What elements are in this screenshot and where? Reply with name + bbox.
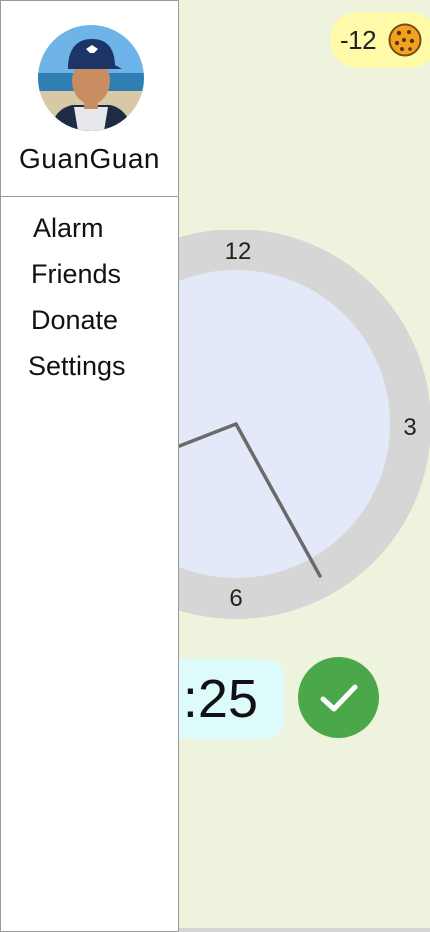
menu-item-alarm[interactable]: Alarm bbox=[1, 213, 178, 259]
menu-item-settings[interactable]: Settings bbox=[1, 351, 178, 397]
confirm-button[interactable] bbox=[298, 657, 379, 738]
clock-label-3: 3 bbox=[403, 414, 416, 441]
clock-label-6: 6 bbox=[229, 585, 242, 612]
avatar[interactable] bbox=[38, 25, 144, 131]
menu-item-friends[interactable]: Friends bbox=[1, 259, 178, 305]
coin-balance-badge[interactable]: -12 bbox=[330, 12, 430, 68]
cookie-icon bbox=[388, 23, 422, 57]
username: GuanGuan bbox=[19, 143, 160, 174]
menu-item-donate[interactable]: Donate bbox=[1, 305, 178, 351]
checkmark-icon bbox=[320, 684, 357, 711]
coin-count: -12 bbox=[340, 24, 377, 55]
profile-section: GuanGuan bbox=[1, 1, 178, 197]
clock-label-12: 12 bbox=[225, 238, 252, 265]
avatar-photo bbox=[38, 25, 144, 131]
time-text: :25 bbox=[182, 669, 258, 729]
drawer-menu: Alarm Friends Donate Settings bbox=[1, 213, 178, 397]
side-drawer: GuanGuan Alarm Friends Donate Settings bbox=[0, 0, 179, 932]
